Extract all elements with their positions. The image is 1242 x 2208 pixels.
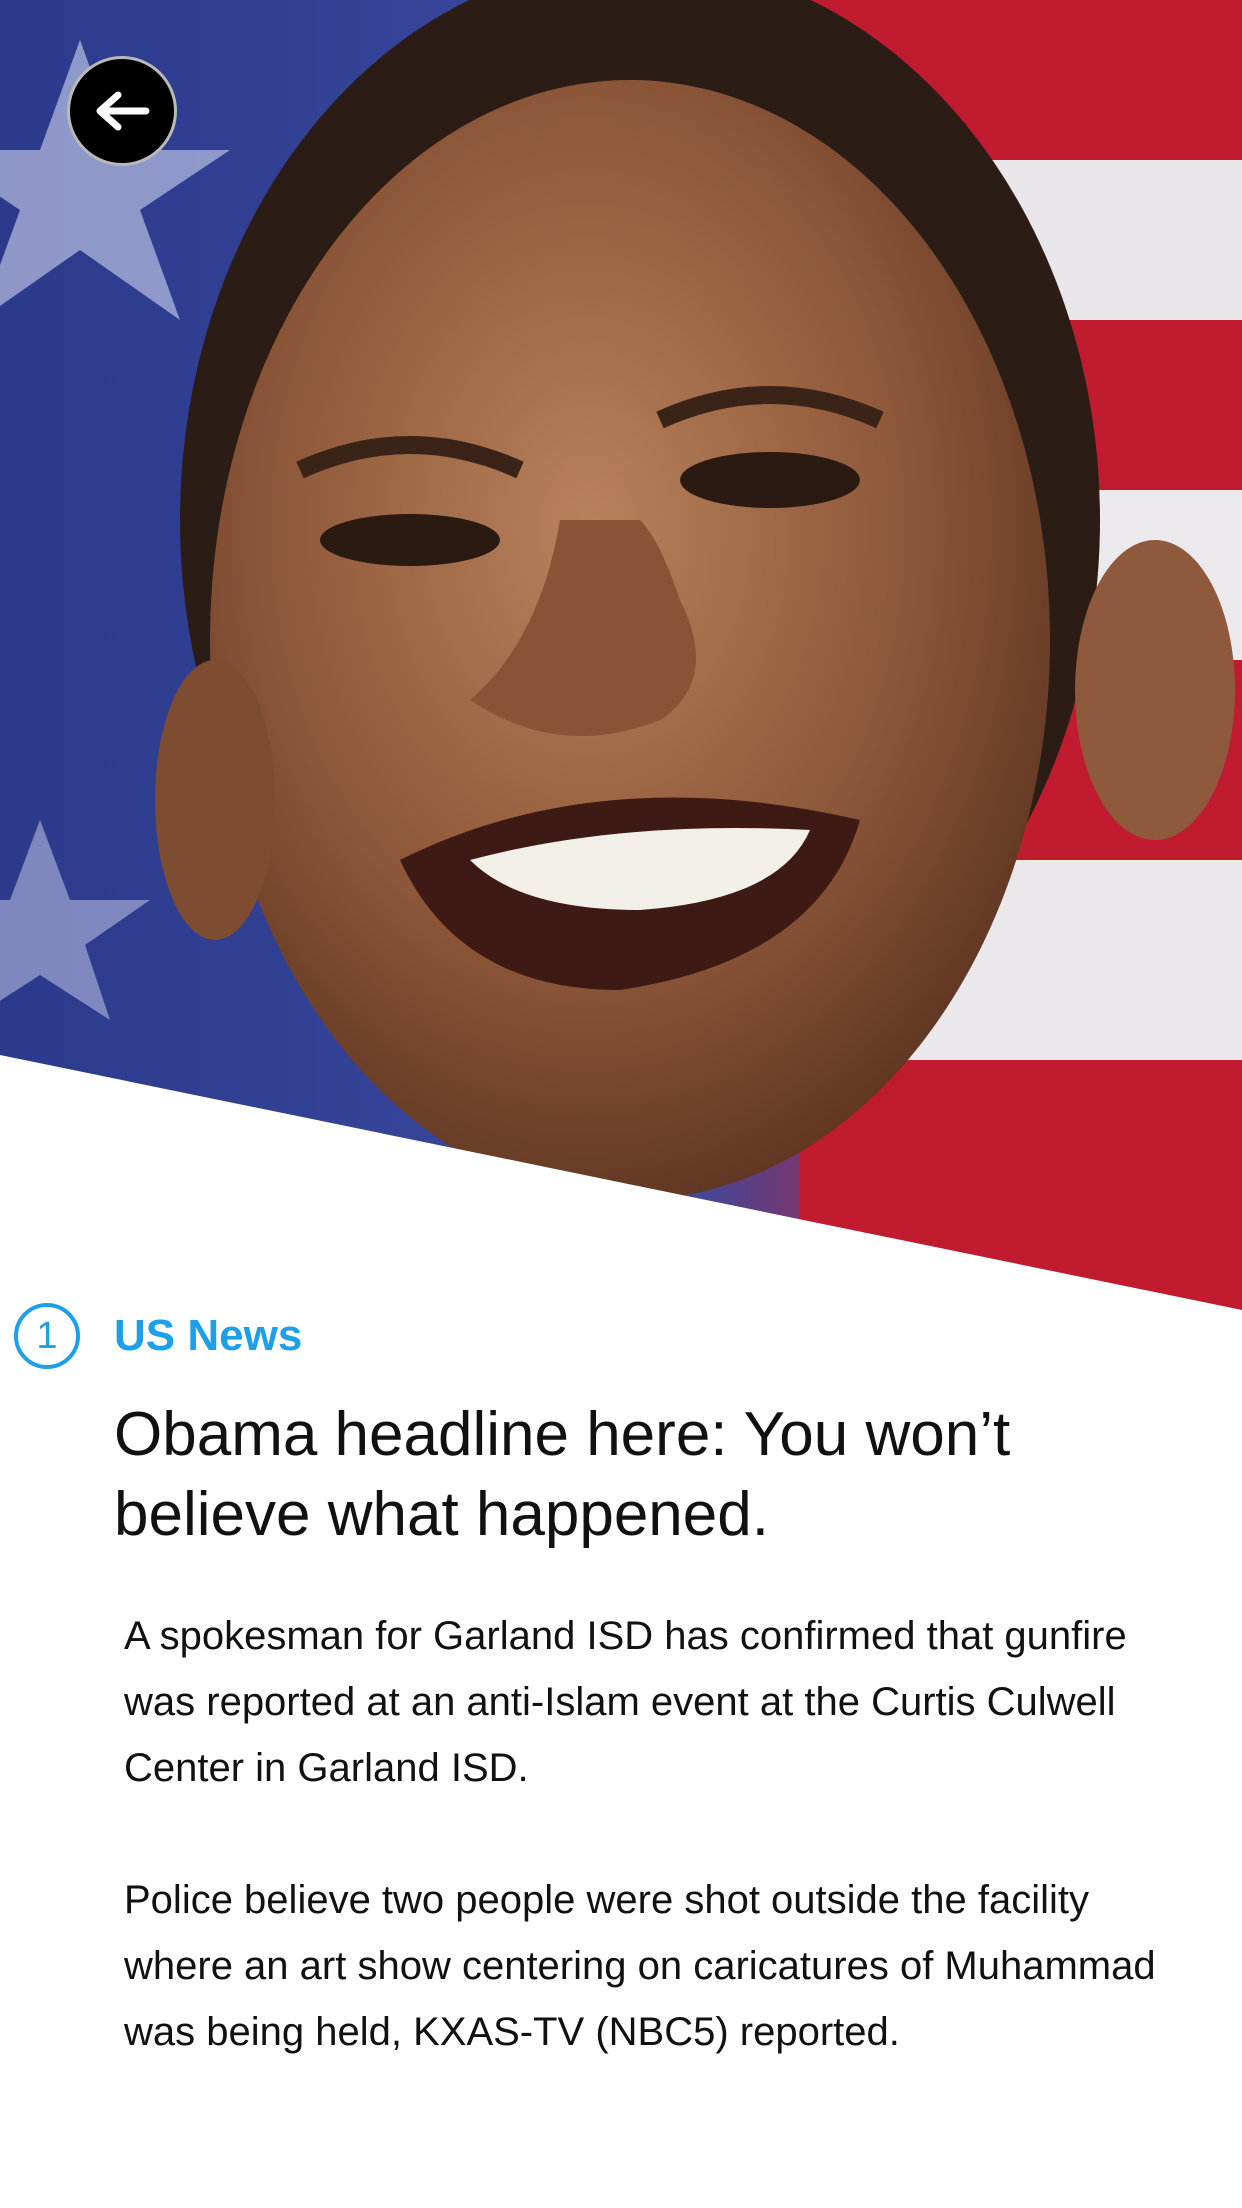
back-button[interactable] <box>67 56 177 166</box>
back-arrow-icon <box>96 91 150 131</box>
article-paragraph: Police believe two people were shot outs… <box>124 1878 1156 2054</box>
article-headline: Obama headline here: You won’t believe w… <box>114 1400 1011 1549</box>
category-link[interactable]: US News <box>114 1311 302 1361</box>
article-paragraph: A spokesman for Garland ISD has confirme… <box>124 1614 1127 1790</box>
hero-photo <box>0 0 1242 1310</box>
article-meta: 1 US News <box>14 1303 302 1369</box>
hero-image <box>0 0 1242 1310</box>
article-number-badge: 1 <box>14 1303 80 1369</box>
